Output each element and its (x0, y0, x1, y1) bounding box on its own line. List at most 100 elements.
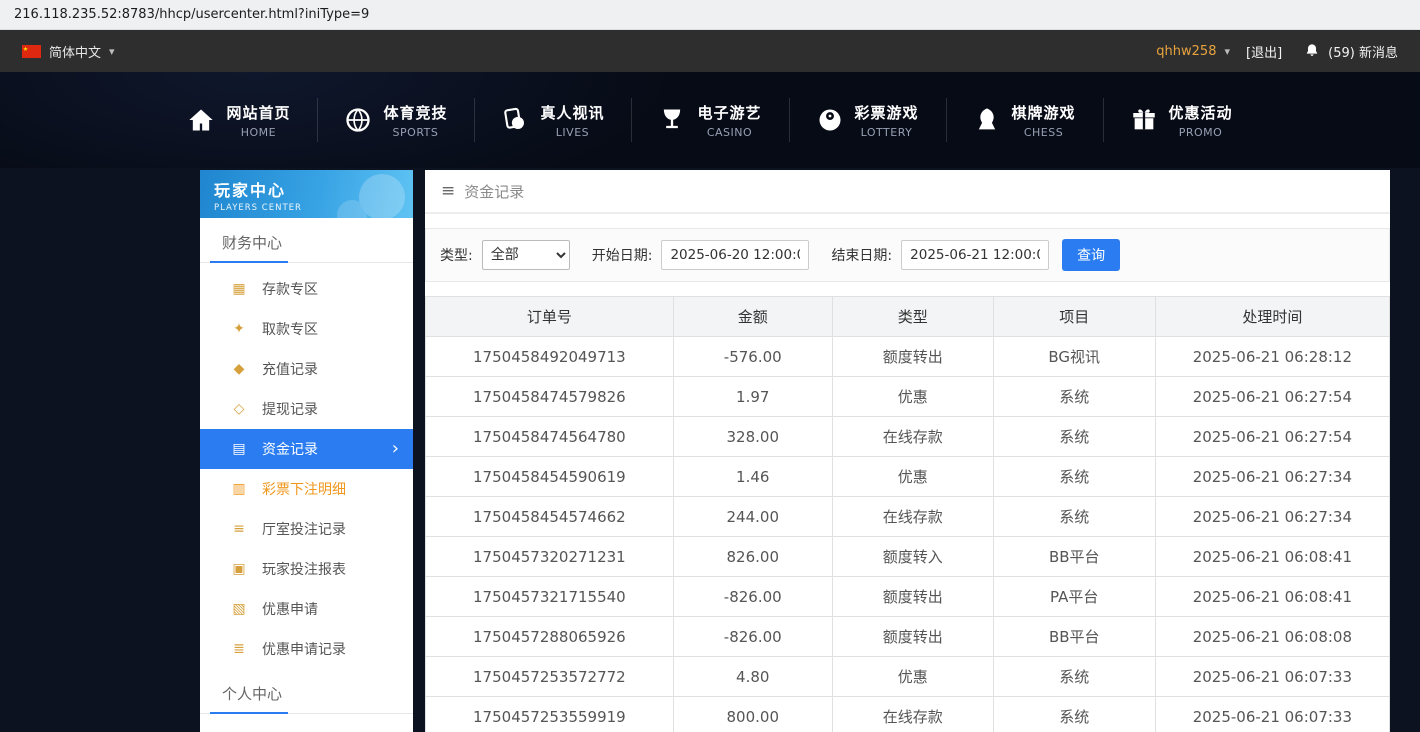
table-row: 17504584745798261.97优惠系统2025-06-21 06:27… (426, 377, 1390, 417)
table-cell: 1750458454590619 (426, 457, 674, 497)
nav-item-sports[interactable]: 体育竞技SPORTS (317, 94, 474, 146)
nav-item-lives[interactable]: 真人视讯LIVES (474, 94, 631, 146)
table-cell: 1750458474579826 (426, 377, 674, 417)
nav-item-title: 真人视讯 (540, 102, 604, 123)
table-cell: 1750457320271231 (426, 537, 674, 577)
nav-item-subtitle: CASINO (707, 126, 752, 139)
table-cell: 1750458454574662 (426, 497, 674, 537)
table-cell: 系统 (993, 697, 1155, 732)
table-cell: PA平台 (993, 577, 1155, 617)
sidebar-item-label: 资金记录 (262, 439, 318, 459)
sports-icon (344, 106, 372, 134)
table-row: 1750457288065926-826.00额度转出BB平台2025-06-2… (426, 617, 1390, 657)
table-cell: -826.00 (673, 617, 832, 657)
browser-url-bar[interactable]: 216.118.235.52:8783/hhcp/usercenter.html… (0, 0, 1420, 30)
logout-link[interactable]: [退出] (1246, 42, 1282, 61)
column-header: 订单号 (426, 297, 674, 337)
sidebar-subtitle: PLAYERS CENTER (214, 203, 413, 213)
chevron-down-icon[interactable]: ▾ (1224, 45, 1230, 58)
sidebar-item-hall-bet-history[interactable]: ≡厅室投注记录 (200, 509, 413, 549)
recharge-icon: ◆ (230, 361, 248, 377)
table-row: 1750458454574662244.00在线存款系统2025-06-21 0… (426, 497, 1390, 537)
top-bar: 简体中文 ▾ qhhw258 ▾ [退出] (59) 新消息 (0, 30, 1420, 72)
sidebar-section-finance: 财务中心 (200, 218, 413, 263)
home-icon (187, 106, 215, 134)
nav-item-lottery[interactable]: 彩票游戏LOTTERY (789, 94, 946, 146)
table-cell: 优惠 (832, 457, 993, 497)
table-row: 1750457253559919800.00在线存款系统2025-06-21 0… (426, 697, 1390, 732)
content: 玩家中心 PLAYERS CENTER 财务中心 ▦ 存款专区 ✦取款专区 ◆ 充值记录… (0, 168, 1420, 732)
main-nav: 网站首页 HOME 体育竞技SPORTS真人视讯LIVES 电子游艺 CASINO 彩票游… (0, 72, 1420, 168)
breadcrumb: ≡ 资金记录 (425, 170, 1390, 214)
table-cell: 1750458492049713 (426, 337, 674, 377)
user-area: qhhw258 ▾ [退出] (59) 新消息 (1156, 42, 1398, 61)
table-cell: 2025-06-21 06:07:33 (1155, 697, 1389, 732)
start-date-input[interactable] (661, 240, 809, 270)
funds-table: 订单号金额类型项目处理时间 1750458492049713-576.00额度转… (425, 296, 1390, 732)
chevron-right-icon: › (392, 440, 399, 458)
nav-item-promo[interactable]: 优惠活动PROMO (1103, 94, 1260, 146)
username[interactable]: qhhw258 (1156, 44, 1216, 59)
table-cell: 1750458474564780 (426, 417, 674, 457)
nav-item-casino[interactable]: 电子游艺 CASINO (631, 94, 788, 146)
table-cell: 额度转出 (832, 577, 993, 617)
nav-item-subtitle: HOME (241, 126, 276, 139)
sidebar-item-funds-history[interactable]: ▤ 资金记录 › (200, 429, 413, 469)
table-header-row: 订单号金额类型项目处理时间 (426, 297, 1390, 337)
table-cell: 2025-06-21 06:08:08 (1155, 617, 1389, 657)
sidebar-item-label: 存款专区 (262, 279, 318, 299)
url-text: 216.118.235.52:8783/hhcp/usercenter.html… (14, 7, 369, 22)
chess-icon (973, 106, 1001, 134)
language-label: 简体中文 (49, 42, 101, 61)
table-cell: 优惠 (832, 657, 993, 697)
table-cell: BG视讯 (993, 337, 1155, 377)
table-cell: 1750457288065926 (426, 617, 674, 657)
search-button[interactable]: 查询 (1062, 239, 1120, 271)
messages-link[interactable]: (59) 新消息 (1328, 42, 1398, 61)
sidebar-item-cashout-history[interactable]: ◇提现记录 (200, 389, 413, 429)
sidebar-title: 玩家中心 (214, 177, 413, 201)
table-cell: 2025-06-21 06:07:33 (1155, 657, 1389, 697)
funds-icon: ▤ (230, 441, 248, 457)
table-cell: 328.00 (673, 417, 832, 457)
end-date-input[interactable] (901, 240, 1049, 270)
sidebar-item-withdraw[interactable]: ✦取款专区 (200, 309, 413, 349)
column-header: 项目 (993, 297, 1155, 337)
table-cell: 2025-06-21 06:27:54 (1155, 417, 1389, 457)
sidebar-item-player-bet-report[interactable]: ▣玩家投注报表 (200, 549, 413, 589)
table-cell: 额度转出 (832, 617, 993, 657)
table-cell: 1750457253559919 (426, 697, 674, 732)
end-date-label: 结束日期: (831, 245, 892, 265)
sidebar-item-label: 取款专区 (262, 319, 318, 339)
promo-record-icon: ≣ (230, 641, 248, 657)
table-cell: 1.97 (673, 377, 832, 417)
table-cell: 2025-06-21 06:28:12 (1155, 337, 1389, 377)
sidebar-item-label: 优惠申请记录 (262, 639, 346, 659)
casino-icon (658, 106, 686, 134)
nav-item-home[interactable]: 网站首页 HOME (160, 94, 317, 146)
sidebar-item-promo-apply-history[interactable]: ≣ 优惠申请记录 (200, 629, 413, 669)
bell-icon[interactable] (1304, 43, 1320, 59)
sidebar-item-label: 优惠申请 (262, 599, 318, 619)
menu-icon: ≡ (441, 181, 455, 201)
sidebar-item-recharge-history[interactable]: ◆ 充值记录 (200, 349, 413, 389)
nav-item-chess[interactable]: 棋牌游戏CHESS (946, 94, 1103, 146)
nav-item-title: 网站首页 (226, 102, 290, 123)
column-header: 处理时间 (1155, 297, 1389, 337)
lives-icon (501, 106, 529, 134)
sidebar-item-lottery-bet-detail[interactable]: ▥彩票下注明细 (200, 469, 413, 509)
sidebar-item-promo-apply[interactable]: ▧优惠申请 (200, 589, 413, 629)
language-selector[interactable]: 简体中文 ▾ (22, 42, 115, 61)
nav-item-title: 体育竞技 (383, 102, 447, 123)
promo-icon (1130, 106, 1158, 134)
hall-bets-icon: ≡ (230, 521, 248, 537)
type-select[interactable]: 全部 (482, 240, 570, 270)
sidebar-item-deposit[interactable]: ▦ 存款专区 (200, 269, 413, 309)
nav-item-subtitle: CHESS (1024, 126, 1063, 139)
sidebar: 玩家中心 PLAYERS CENTER 财务中心 ▦ 存款专区 ✦取款专区 ◆ 充值记录… (200, 170, 413, 732)
cashout-icon: ◇ (230, 401, 248, 417)
nav-item-title: 电子游艺 (697, 102, 761, 123)
deposit-icon: ▦ (230, 281, 248, 297)
sidebar-item-label: 充值记录 (262, 359, 318, 379)
table-cell: 系统 (993, 377, 1155, 417)
